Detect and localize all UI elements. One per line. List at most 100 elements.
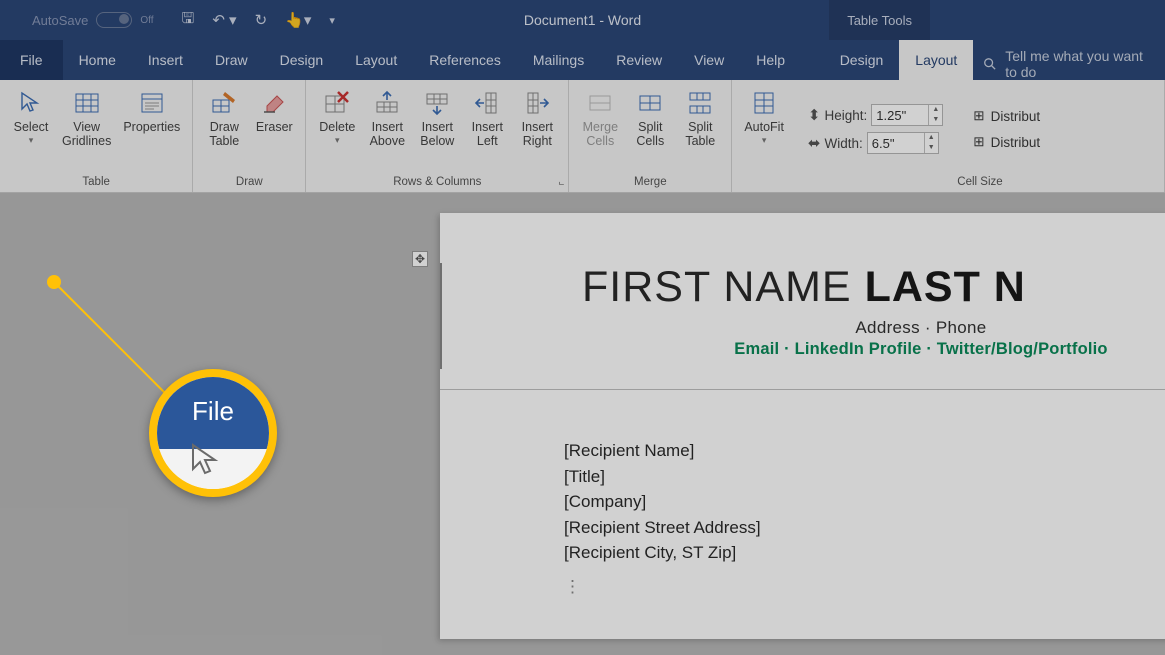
- recipient-city-line[interactable]: [Recipient City, ST Zip]: [564, 540, 1165, 566]
- last-name-text: LAST N: [865, 263, 1026, 311]
- save-icon[interactable]: 🖫: [182, 8, 195, 33]
- address-phone-line[interactable]: Address · Phone: [582, 318, 1165, 338]
- distribute-columns-button[interactable]: ⊞ Distribut: [969, 132, 1044, 152]
- tab-mailings[interactable]: Mailings: [517, 40, 600, 80]
- height-value: 1.25": [872, 108, 928, 123]
- autofit-button[interactable]: AutoFit▾: [738, 84, 790, 174]
- insert-left-icon: [474, 88, 500, 118]
- customize-qa-icon[interactable]: ▾: [329, 14, 335, 27]
- insert-right-button[interactable]: Insert Right: [512, 84, 562, 174]
- tab-view[interactable]: View: [678, 40, 740, 80]
- group-cell-size-label: Cell Size: [802, 174, 1158, 192]
- select-button[interactable]: Select▾: [6, 84, 56, 174]
- callout-source-dot: [47, 275, 61, 289]
- distribute-columns-icon: ⊞: [973, 134, 984, 150]
- ribbon-tablist: File Home Insert Draw Design Layout Refe…: [0, 40, 1165, 80]
- distribute-rows-button[interactable]: ⊞ Distribut: [969, 106, 1044, 126]
- eraser-icon: [261, 88, 287, 118]
- magnified-file-tab: File: [149, 373, 277, 449]
- table-selector-icon[interactable]: ✥: [412, 251, 428, 267]
- autosave-label: AutoSave: [32, 13, 88, 28]
- merge-cells-button: Merge Cells: [575, 84, 625, 174]
- gridlines-icon: [74, 88, 100, 118]
- recipient-block[interactable]: [Recipient Name] [Title] [Company] [Reci…: [564, 438, 1165, 599]
- autosave-toggle[interactable]: [96, 12, 132, 28]
- recipient-street-line[interactable]: [Recipient Street Address]: [564, 515, 1165, 541]
- width-spin-down[interactable]: ▼: [925, 143, 938, 153]
- contact-links-line[interactable]: Email · LinkedIn Profile · Twitter/Blog/…: [582, 340, 1165, 359]
- split-table-button[interactable]: Split Table: [675, 84, 725, 174]
- properties-button[interactable]: Properties: [117, 84, 186, 174]
- tab-layout[interactable]: Layout: [339, 40, 413, 80]
- redo-icon[interactable]: ↻: [255, 11, 268, 29]
- touch-mode-icon[interactable]: 👆▾: [285, 11, 311, 29]
- undo-icon[interactable]: ↶ ▾: [212, 11, 236, 29]
- group-autofit-holder: AutoFit▾: [732, 80, 796, 192]
- autosave-state: Off: [140, 15, 153, 26]
- insert-below-button[interactable]: Insert Below: [412, 84, 462, 174]
- recipient-company-line[interactable]: [Company]: [564, 489, 1165, 515]
- height-spin-up[interactable]: ▲: [929, 105, 942, 115]
- group-merge: Merge Cells Split Cells Split Table Merg…: [569, 80, 732, 192]
- tab-review[interactable]: Review: [600, 40, 678, 80]
- search-icon: [983, 56, 997, 72]
- tab-file[interactable]: File: [0, 40, 63, 80]
- tab-help[interactable]: Help: [740, 40, 801, 80]
- separator: [440, 389, 1165, 390]
- split-table-icon: [687, 88, 713, 118]
- insert-above-button[interactable]: Insert Above: [362, 84, 412, 174]
- quick-access-toolbar: 🖫 ↶ ▾ ↻ 👆▾ ▾: [182, 8, 335, 33]
- width-value: 6.5": [868, 136, 924, 151]
- page[interactable]: ✥ FIRST NAME LAST N Address · Phone Emai…: [440, 213, 1165, 639]
- row-height-control: ⬍ Height: 1.25" ▲▼: [808, 104, 943, 126]
- tell-me-search[interactable]: Tell me what you want to do: [973, 48, 1165, 80]
- recipient-name-line[interactable]: [Recipient Name]: [564, 438, 1165, 464]
- draw-table-button[interactable]: Draw Table: [199, 84, 249, 174]
- properties-icon: [139, 88, 165, 118]
- group-table-label: Table: [6, 174, 186, 192]
- width-col-icon: ⬌: [808, 134, 821, 152]
- tab-design[interactable]: Design: [264, 40, 340, 80]
- resume-header-block[interactable]: ✥ FIRST NAME LAST N Address · Phone Emai…: [440, 263, 1165, 369]
- col-width-control: ⬌ Width: 6.5" ▲▼: [808, 132, 943, 154]
- document-title: Document1 - Word: [524, 12, 641, 28]
- table-tools-context-label: Table Tools: [829, 0, 930, 40]
- height-row-icon: ⬍: [808, 106, 821, 124]
- split-cells-icon: [637, 88, 663, 118]
- tab-home[interactable]: Home: [63, 40, 132, 80]
- tab-draw[interactable]: Draw: [199, 40, 264, 80]
- insert-below-icon: [424, 88, 450, 118]
- split-cells-button[interactable]: Split Cells: [625, 84, 675, 174]
- tab-insert[interactable]: Insert: [132, 40, 199, 80]
- insert-left-button[interactable]: Insert Left: [462, 84, 512, 174]
- magnified-ribbon-area: [157, 449, 269, 489]
- title-bar: AutoSave Off 🖫 ↶ ▾ ↻ 👆▾ ▾ Document1 - Wo…: [0, 0, 1165, 40]
- group-table: Select▾ View Gridlines Properties Table: [0, 80, 193, 192]
- width-input[interactable]: 6.5" ▲▼: [867, 132, 939, 154]
- autosave-control[interactable]: AutoSave Off: [0, 12, 154, 28]
- height-spin-down[interactable]: ▼: [929, 115, 942, 125]
- height-input[interactable]: 1.25" ▲▼: [871, 104, 943, 126]
- view-gridlines-button[interactable]: View Gridlines: [56, 84, 117, 174]
- group-draw-label: Draw: [199, 174, 299, 192]
- insert-above-icon: [374, 88, 400, 118]
- group-cell-size: ⬍ Height: 1.25" ▲▼ ⬌ Width: 6.5" ▲▼: [796, 80, 1165, 192]
- width-label: Width:: [825, 136, 863, 151]
- width-spin-up[interactable]: ▲: [925, 133, 938, 143]
- group-rows-columns-label: Rows & Columns: [312, 174, 562, 192]
- distribute-rows-icon: ⊞: [973, 108, 984, 124]
- eraser-button[interactable]: Eraser: [249, 84, 299, 174]
- delete-button[interactable]: Delete▾: [312, 84, 362, 174]
- group-draw: Draw Table Eraser Draw: [193, 80, 306, 192]
- insert-right-icon: [524, 88, 550, 118]
- name-heading[interactable]: FIRST NAME LAST N: [582, 263, 1165, 312]
- overflow-dots-icon: ⋮: [564, 574, 1165, 600]
- recipient-title-line[interactable]: [Title]: [564, 464, 1165, 490]
- group-rows-columns: Delete▾ Insert Above Insert Below Insert…: [306, 80, 569, 192]
- tab-table-design[interactable]: Design: [824, 40, 900, 80]
- tab-references[interactable]: References: [413, 40, 517, 80]
- tab-table-layout[interactable]: Layout: [899, 40, 973, 80]
- cursor-icon: [189, 442, 223, 481]
- first-name-text: FIRST NAME: [582, 263, 865, 311]
- callout-magnifier: File: [149, 369, 277, 497]
